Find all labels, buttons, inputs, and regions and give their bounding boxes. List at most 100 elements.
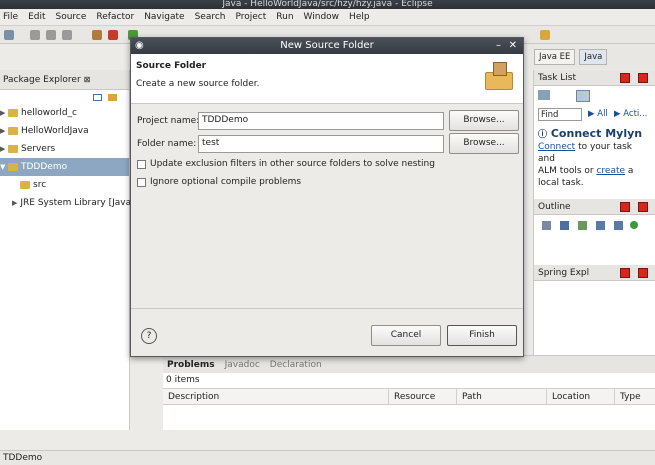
mylyn-title: ⓘ Connect Mylyn <box>538 127 643 141</box>
collapse-all-icon[interactable] <box>93 93 102 101</box>
dialog-title: New Source Folder <box>280 40 374 51</box>
spring-explorer-tab[interactable]: Spring Expl <box>534 265 655 281</box>
categorized-icon[interactable] <box>576 90 590 102</box>
package-explorer-tab[interactable]: Package Explorer ⊠ <box>0 70 129 90</box>
all-link[interactable]: ▶ All <box>588 109 608 119</box>
maximize-icon[interactable] <box>638 268 648 278</box>
outline-action-icon[interactable] <box>630 221 638 229</box>
nav-back-icon[interactable] <box>540 30 550 40</box>
folder-label: Folder name: <box>137 139 197 149</box>
minimize-icon[interactable] <box>620 268 630 278</box>
perspective-bar: Java EE Java <box>530 44 655 69</box>
menu-navigate[interactable]: Navigate <box>144 12 184 22</box>
save-all-icon[interactable] <box>46 30 56 40</box>
browse-project-button[interactable]: Browse... <box>449 110 519 131</box>
maximize-icon[interactable] <box>638 202 648 212</box>
tree-item-helloworld-c[interactable]: ▶ helloworld_c <box>0 104 129 122</box>
perspective-javaee[interactable]: Java EE <box>534 48 576 65</box>
mylyn-text3: a <box>625 166 634 176</box>
close-icon[interactable]: ✕ <box>509 38 517 54</box>
save-icon[interactable] <box>30 30 40 40</box>
menu-source[interactable]: Source <box>56 12 87 22</box>
cancel-button[interactable]: Cancel <box>371 325 441 346</box>
banner-description: Create a new source folder. <box>136 79 260 89</box>
tree-item-jre[interactable]: ▶ JRE System Library [Java <box>0 194 131 212</box>
menu-edit[interactable]: Edit <box>28 12 45 22</box>
tree-item-helloworldjava[interactable]: ▶ HelloWorldJava <box>0 122 129 140</box>
menu-help[interactable]: Help <box>349 12 370 22</box>
info-icon: ⓘ <box>538 130 548 140</box>
col-location[interactable]: Location <box>547 389 615 404</box>
menu-project[interactable]: Project <box>235 12 266 22</box>
folder-icon <box>8 145 18 153</box>
task-list-title: Task List <box>538 72 577 83</box>
tree-label: Servers <box>21 144 56 154</box>
find-input[interactable]: Find <box>538 108 582 121</box>
update-exclusion-checkbox[interactable]: Update exclusion filters in other source… <box>137 159 435 169</box>
problems-table-header: Description Resource Path Location Type <box>163 388 655 405</box>
status-bar: TDDemo <box>0 450 655 465</box>
package-explorer-title: Package Explorer <box>3 74 81 85</box>
outline-action-icon[interactable] <box>596 221 605 230</box>
new-task-icon[interactable] <box>538 90 550 100</box>
help-icon[interactable]: ? <box>141 328 157 344</box>
project-icon <box>8 127 18 135</box>
tree-label: HelloWorldJava <box>21 126 89 136</box>
folder-name-field[interactable]: test <box>198 135 444 153</box>
browse-folder-button[interactable]: Browse... <box>449 133 519 154</box>
outline-action-icon[interactable] <box>560 221 569 230</box>
minimize-icon[interactable] <box>620 73 630 83</box>
dialog-titlebar: ◉ New Source Folder – ✕ <box>131 38 523 54</box>
col-resource[interactable]: Resource <box>389 389 457 404</box>
col-type[interactable]: Type <box>615 389 655 404</box>
outline-tab[interactable]: Outline <box>534 199 655 215</box>
menu-refactor[interactable]: Refactor <box>96 12 134 22</box>
col-description[interactable]: Description <box>163 389 389 404</box>
minimize-icon[interactable] <box>620 202 630 212</box>
folder-name-value: test <box>202 138 220 148</box>
project-name-field[interactable]: TDDDemo <box>198 112 444 130</box>
new-source-folder-dialog: ◉ New Source Folder – ✕ Source Folder Cr… <box>130 37 524 357</box>
menu-search[interactable]: Search <box>195 12 226 22</box>
tree-item-src[interactable]: src <box>0 176 129 194</box>
print-icon[interactable] <box>62 30 72 40</box>
bottom-tabs: Problems Javadoc Declaration <box>163 356 655 373</box>
tab-declaration[interactable]: Declaration <box>270 360 322 370</box>
menu-file[interactable]: File <box>3 12 18 22</box>
checkbox-box[interactable] <box>137 177 146 187</box>
tree-item-tdddemo[interactable]: ▼ TDDDemo <box>0 158 129 176</box>
activate-link[interactable]: ▶ Acti... <box>614 109 647 119</box>
folder-wizard-icon <box>485 62 515 90</box>
checkbox-box[interactable] <box>137 159 146 169</box>
problems-view: Problems Javadoc Declaration 0 items Des… <box>163 355 655 430</box>
tab-problems[interactable]: Problems <box>167 360 215 370</box>
project-icon <box>8 109 18 117</box>
divider <box>131 308 523 309</box>
maximize-icon[interactable] <box>638 73 648 83</box>
tree-item-servers[interactable]: ▶ Servers <box>0 140 129 158</box>
stop-icon[interactable] <box>108 30 118 40</box>
finish-button[interactable]: Finish <box>447 325 517 346</box>
outline-action-icon[interactable] <box>578 221 587 230</box>
menu-run[interactable]: Run <box>276 12 293 22</box>
new-icon[interactable] <box>4 30 14 40</box>
outline-action-icon[interactable] <box>614 221 623 230</box>
ignore-problems-checkbox[interactable]: Ignore optional compile problems <box>137 177 301 187</box>
create-link[interactable]: create <box>596 166 625 176</box>
tree-label: src <box>33 180 47 190</box>
minimize-icon[interactable]: – <box>496 38 501 54</box>
dialog-menu-icon[interactable]: ◉ <box>135 38 144 54</box>
checkbox-label: Update exclusion filters in other source… <box>150 159 435 169</box>
tab-javadoc[interactable]: Javadoc <box>225 360 260 370</box>
connect-link[interactable]: Connect <box>538 142 575 152</box>
package-explorer: Package Explorer ⊠ ▶ helloworld_c ▶ HelloW… <box>0 70 131 430</box>
build-icon[interactable] <box>92 30 102 40</box>
link-editor-icon[interactable] <box>108 93 117 101</box>
col-path[interactable]: Path <box>457 389 547 404</box>
menu-window[interactable]: Window <box>304 12 340 22</box>
task-list-tab[interactable]: Task List <box>534 70 655 86</box>
banner-title: Source Folder <box>136 61 207 71</box>
outline-action-icon[interactable] <box>542 221 551 230</box>
perspective-java[interactable]: Java <box>579 48 608 65</box>
tree-label: TDDDemo <box>21 162 68 172</box>
